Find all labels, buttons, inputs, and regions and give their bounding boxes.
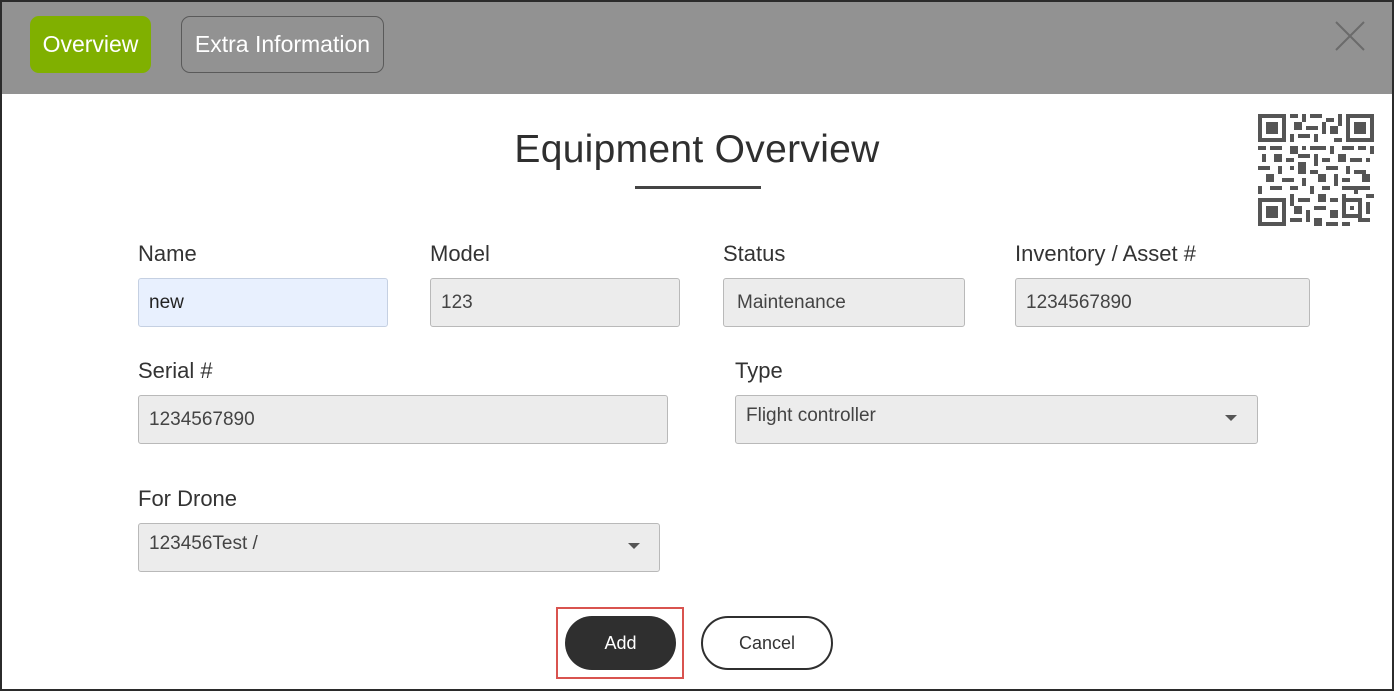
type-selected-value: Flight controller xyxy=(746,405,876,426)
add-button[interactable]: Add xyxy=(565,616,676,670)
type-label: Type xyxy=(735,358,783,383)
dialog-header: Overview Extra Information xyxy=(2,2,1392,94)
tab-extra-information[interactable]: Extra Information xyxy=(181,16,384,73)
name-label: Name xyxy=(138,241,197,266)
close-icon[interactable] xyxy=(1332,18,1368,54)
name-input[interactable]: new xyxy=(138,278,388,327)
model-label: Model xyxy=(430,241,490,266)
status-value: Maintenance xyxy=(737,291,846,313)
caret-down-icon xyxy=(628,543,640,549)
drone-label: For Drone xyxy=(138,486,238,511)
model-input[interactable]: 123 xyxy=(430,278,680,327)
status-label: Status xyxy=(723,241,786,266)
type-select[interactable]: Flight controller xyxy=(735,395,1258,444)
status-input[interactable]: Maintenance xyxy=(723,278,965,327)
serial-input[interactable]: 1234567890 xyxy=(138,395,668,444)
caret-down-icon xyxy=(1225,415,1237,421)
serial-label: Serial # xyxy=(138,358,213,383)
drone-selected-value: 123456Test / xyxy=(149,533,258,554)
equipment-dialog: Overview Extra Information Equipment Ove… xyxy=(0,0,1394,691)
cancel-button[interactable]: Cancel xyxy=(701,616,833,670)
inventory-input[interactable]: 1234567890 xyxy=(1015,278,1310,327)
inventory-value: 1234567890 xyxy=(1026,291,1132,313)
model-value: 123 xyxy=(441,291,473,313)
inventory-label: Inventory / Asset # xyxy=(1015,241,1196,266)
drone-select[interactable]: 123456Test / xyxy=(138,523,660,572)
title-underline xyxy=(635,186,761,189)
name-value: new xyxy=(149,291,184,313)
serial-value: 1234567890 xyxy=(149,408,255,430)
page-title: Equipment Overview xyxy=(514,128,880,171)
tab-overview[interactable]: Overview xyxy=(30,16,151,73)
